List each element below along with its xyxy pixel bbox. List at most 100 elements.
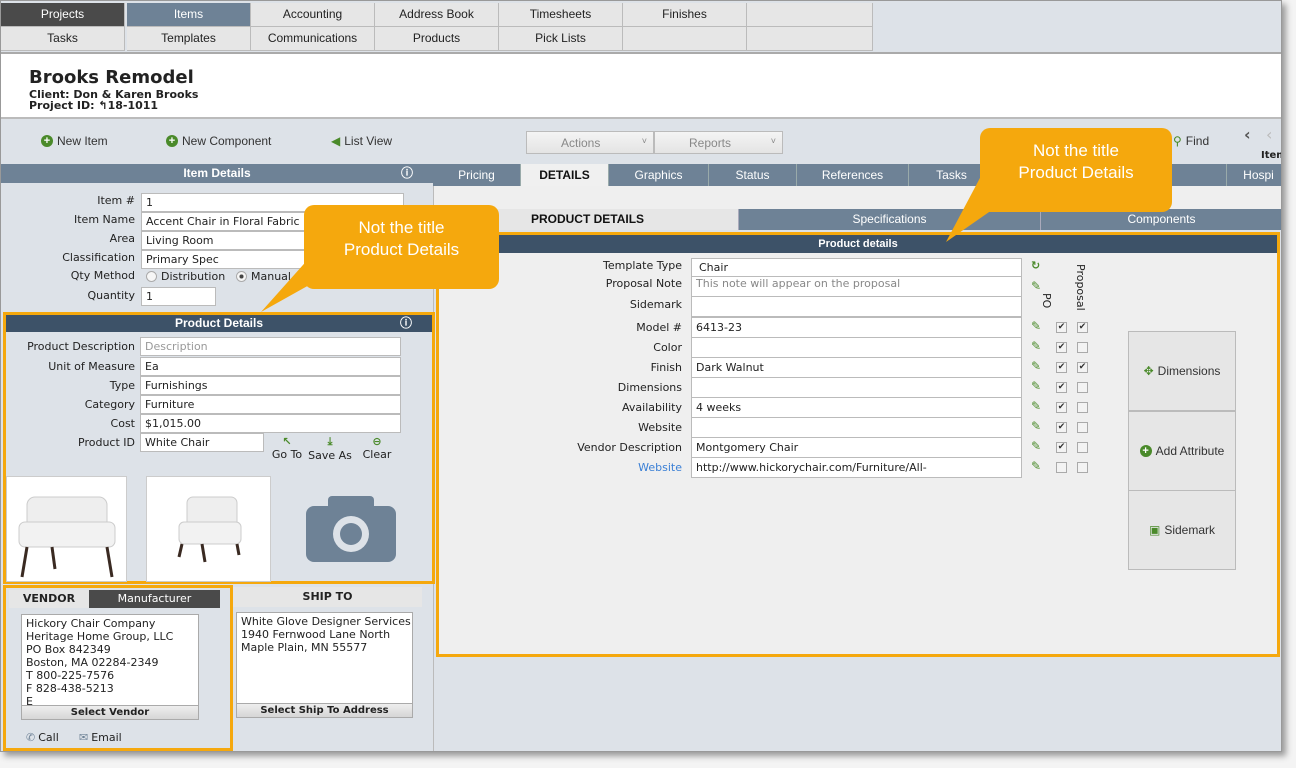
detail-input[interactable]: Montgomery Chair xyxy=(691,437,1022,458)
email-label: Email xyxy=(91,731,122,744)
list-view-button[interactable]: ◀ List View xyxy=(331,134,392,148)
nav-templates[interactable]: Templates xyxy=(127,27,251,51)
subtab-components[interactable]: Components xyxy=(1041,209,1281,230)
po-checkbox[interactable] xyxy=(1056,462,1067,473)
tab-pricing[interactable]: Pricing xyxy=(433,164,521,186)
detail-input[interactable]: http://www.hickorychair.com/Furniture/Al… xyxy=(691,457,1022,478)
previous-icon[interactable]: ‹ xyxy=(1244,125,1251,144)
detail-input[interactable]: 4 weeks xyxy=(691,397,1022,418)
product-field-input[interactable]: $1,015.00 xyxy=(140,414,401,433)
reports-dropdown[interactable]: Reports ˅ xyxy=(654,131,783,154)
add-attribute-button[interactable]: + Add Attribute xyxy=(1128,411,1236,491)
call-button[interactable]: ✆ Call xyxy=(26,731,59,744)
nav-products[interactable]: Products xyxy=(375,27,499,51)
sidemark-input[interactable] xyxy=(691,296,1022,317)
select-ship-to-button[interactable]: Select Ship To Address xyxy=(236,703,413,718)
nav-empty[interactable] xyxy=(623,27,747,51)
product-image-2[interactable] xyxy=(146,476,271,582)
go-to-button[interactable]: ↖ Go To xyxy=(267,435,307,461)
po-checkbox[interactable]: ✔ xyxy=(1056,382,1067,393)
dimensions-button[interactable]: ✥ Dimensions xyxy=(1128,331,1236,411)
clear-button[interactable]: ⊖ Clear xyxy=(357,435,397,461)
camera-icon[interactable] xyxy=(306,494,398,567)
pencil-icon[interactable]: ✎ xyxy=(1031,319,1041,333)
proposal-checkbox[interactable] xyxy=(1077,342,1088,353)
quantity-input[interactable]: 1 xyxy=(141,287,216,306)
nav-address-book[interactable]: Address Book xyxy=(375,3,499,27)
info-icon[interactable]: ⓘ xyxy=(400,315,412,332)
product-image-1[interactable] xyxy=(6,476,127,582)
product-description-input[interactable]: Description xyxy=(140,337,401,356)
product-field-label: Product ID xyxy=(78,436,135,449)
nav-tasks[interactable]: Tasks xyxy=(1,27,125,51)
sidemark-button[interactable]: ▣ Sidemark xyxy=(1128,490,1236,570)
info-icon[interactable]: ⓘ xyxy=(401,164,413,183)
po-checkbox[interactable]: ✔ xyxy=(1056,402,1067,413)
next-icon[interactable]: ‹ xyxy=(1266,125,1272,144)
callout-right: Not the title Product Details xyxy=(980,128,1172,212)
radio-distribution[interactable]: Distribution xyxy=(146,270,225,283)
pencil-icon[interactable]: ✎ xyxy=(1031,399,1041,413)
product-field-input[interactable]: White Chair xyxy=(140,433,264,452)
tab-details[interactable]: DETAILS xyxy=(521,164,609,186)
template-type-input[interactable]: Chair xyxy=(691,258,1022,277)
tab-vendor[interactable]: VENDOR xyxy=(9,590,89,608)
po-checkbox[interactable]: ✔ xyxy=(1056,362,1067,373)
pencil-icon[interactable]: ✎ xyxy=(1031,379,1041,393)
po-checkbox[interactable]: ✔ xyxy=(1056,442,1067,453)
proposal-checkbox[interactable] xyxy=(1077,462,1088,473)
tab-graphics[interactable]: Graphics xyxy=(609,164,709,186)
nav-communications[interactable]: Communications xyxy=(251,27,375,51)
email-button[interactable]: ✉ Email xyxy=(79,731,122,744)
pencil-icon[interactable]: ✎ xyxy=(1031,339,1041,353)
proposal-checkbox[interactable] xyxy=(1077,422,1088,433)
pencil-icon[interactable]: ✎ xyxy=(1031,439,1041,453)
nav-projects[interactable]: Projects xyxy=(1,3,125,27)
proposal-checkbox[interactable] xyxy=(1077,442,1088,453)
tab-hospi[interactable]: Hospi xyxy=(1227,164,1281,186)
back-arrow-icon[interactable]: ↰ xyxy=(98,99,107,112)
website-link[interactable]: Website xyxy=(541,461,682,474)
tab-references[interactable]: References xyxy=(797,164,909,186)
envelope-icon: ✉ xyxy=(79,731,89,744)
tab-manufacturer[interactable]: Manufacturer xyxy=(89,590,220,608)
detail-input[interactable] xyxy=(691,377,1022,398)
proposal-checkbox[interactable]: ✔ xyxy=(1077,322,1088,333)
pencil-icon[interactable]: ✎ xyxy=(1031,279,1041,293)
actions-dropdown[interactable]: Actions ˅ xyxy=(526,131,654,154)
nav-finishes[interactable]: Finishes xyxy=(623,3,747,27)
detail-input[interactable]: 6413-23 xyxy=(691,317,1022,338)
detail-input[interactable]: Dark Walnut xyxy=(691,357,1022,378)
proposal-checkbox[interactable]: ✔ xyxy=(1077,362,1088,373)
nav-accounting[interactable]: Accounting xyxy=(251,3,375,27)
detail-input[interactable] xyxy=(691,337,1022,358)
po-checkbox[interactable]: ✔ xyxy=(1056,322,1067,333)
nav-timesheets[interactable]: Timesheets xyxy=(499,3,623,27)
nav-empty[interactable] xyxy=(747,27,873,51)
tab-status[interactable]: Status xyxy=(709,164,797,186)
detail-label: Dimensions xyxy=(617,381,682,394)
proposal-note-input[interactable]: This note will appear on the proposal xyxy=(691,276,1022,297)
nav-pick-lists[interactable]: Pick Lists xyxy=(499,27,623,51)
proposal-checkbox[interactable] xyxy=(1077,382,1088,393)
nav-empty[interactable] xyxy=(747,3,873,27)
detail-input[interactable] xyxy=(691,417,1022,438)
product-field-input[interactable]: Furniture xyxy=(140,395,401,414)
new-item-button[interactable]: + New Item xyxy=(41,134,108,148)
po-checkbox[interactable]: ✔ xyxy=(1056,422,1067,433)
pencil-icon[interactable]: ✎ xyxy=(1031,359,1041,373)
new-component-button[interactable]: + New Component xyxy=(166,134,271,148)
po-checkbox[interactable]: ✔ xyxy=(1056,342,1067,353)
item-field-label: Classification xyxy=(62,251,135,264)
save-as-button[interactable]: ⤓ Save As xyxy=(307,435,353,462)
nav-items[interactable]: Items xyxy=(127,3,251,27)
proposal-checkbox[interactable] xyxy=(1077,402,1088,413)
pencil-icon[interactable]: ✎ xyxy=(1031,459,1041,473)
product-field-input[interactable]: Ea xyxy=(140,357,401,376)
select-vendor-button[interactable]: Select Vendor xyxy=(21,705,199,720)
detail-label: Color xyxy=(653,341,682,354)
refresh-icon[interactable]: ↻ xyxy=(1031,259,1040,272)
pencil-icon[interactable]: ✎ xyxy=(1031,419,1041,433)
find-button[interactable]: ⚲ Find xyxy=(1173,134,1209,148)
product-field-input[interactable]: Furnishings xyxy=(140,376,401,395)
